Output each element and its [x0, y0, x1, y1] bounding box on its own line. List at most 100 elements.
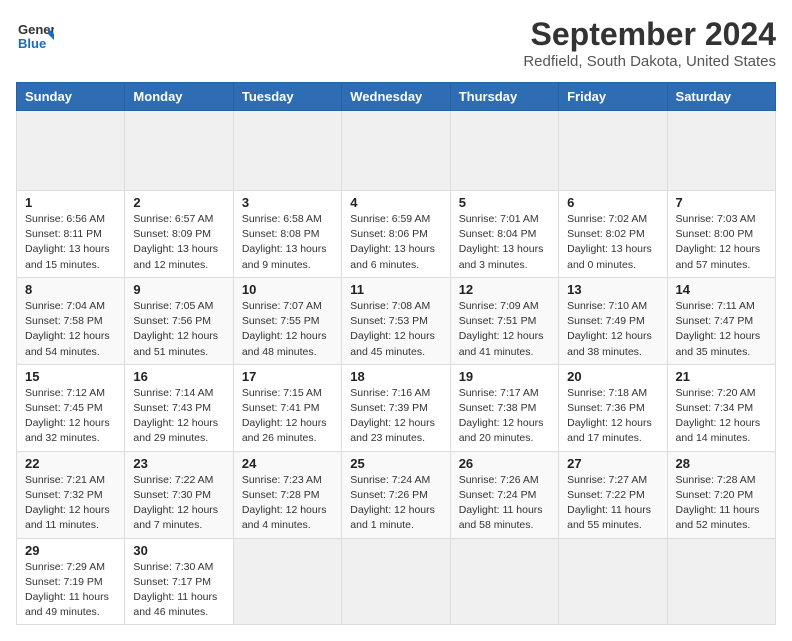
column-header-saturday: Saturday [667, 83, 775, 111]
day-info: Sunrise: 7:17 AM Sunset: 7:38 PM Dayligh… [459, 386, 550, 447]
calendar-cell: 21 Sunrise: 7:20 AM Sunset: 7:34 PM Dayli… [667, 364, 775, 451]
calendar-cell [17, 111, 125, 191]
day-info: Sunrise: 7:11 AM Sunset: 7:47 PM Dayligh… [676, 299, 767, 360]
day-info: Sunrise: 7:27 AM Sunset: 7:22 PM Dayligh… [567, 473, 658, 534]
day-number: 5 [459, 195, 550, 210]
day-info: Sunrise: 7:08 AM Sunset: 7:53 PM Dayligh… [350, 299, 441, 360]
calendar-cell [450, 111, 558, 191]
day-info: Sunrise: 7:22 AM Sunset: 7:30 PM Dayligh… [133, 473, 224, 534]
day-number: 8 [25, 282, 116, 297]
day-info: Sunrise: 7:03 AM Sunset: 8:00 PM Dayligh… [676, 212, 767, 273]
day-info: Sunrise: 7:07 AM Sunset: 7:55 PM Dayligh… [242, 299, 333, 360]
calendar-cell [125, 111, 233, 191]
calendar-cell: 27 Sunrise: 7:27 AM Sunset: 7:22 PM Dayli… [559, 451, 667, 538]
day-number: 10 [242, 282, 333, 297]
calendar-cell: 10 Sunrise: 7:07 AM Sunset: 7:55 PM Dayli… [233, 277, 341, 364]
calendar-cell: 6 Sunrise: 7:02 AM Sunset: 8:02 PM Daylig… [559, 191, 667, 278]
day-number: 19 [459, 369, 550, 384]
column-header-wednesday: Wednesday [342, 83, 450, 111]
calendar-cell: 5 Sunrise: 7:01 AM Sunset: 8:04 PM Daylig… [450, 191, 558, 278]
day-number: 25 [350, 456, 441, 471]
calendar-cell: 7 Sunrise: 7:03 AM Sunset: 8:00 PM Daylig… [667, 191, 775, 278]
day-info: Sunrise: 6:57 AM Sunset: 8:09 PM Dayligh… [133, 212, 224, 273]
day-info: Sunrise: 6:58 AM Sunset: 8:08 PM Dayligh… [242, 212, 333, 273]
calendar-header-row: SundayMondayTuesdayWednesdayThursdayFrid… [17, 83, 776, 111]
column-header-thursday: Thursday [450, 83, 558, 111]
calendar-cell: 25 Sunrise: 7:24 AM Sunset: 7:26 PM Dayli… [342, 451, 450, 538]
day-info: Sunrise: 7:20 AM Sunset: 7:34 PM Dayligh… [676, 386, 767, 447]
day-number: 11 [350, 282, 441, 297]
page-title: September 2024 [523, 16, 776, 53]
day-number: 30 [133, 543, 224, 558]
day-number: 26 [459, 456, 550, 471]
calendar-cell: 20Sunrise: 7:18 AM Sunset: 7:36 PM Dayli… [559, 364, 667, 451]
column-header-sunday: Sunday [17, 83, 125, 111]
header: General Blue September 2024 Redfield, So… [16, 16, 776, 70]
day-info: Sunrise: 7:28 AM Sunset: 7:20 PM Dayligh… [676, 473, 767, 534]
day-number: 24 [242, 456, 333, 471]
title-area: September 2024 Redfield, South Dakota, U… [523, 16, 776, 70]
column-header-tuesday: Tuesday [233, 83, 341, 111]
calendar-cell: 24 Sunrise: 7:23 AM Sunset: 7:28 PM Dayli… [233, 451, 341, 538]
calendar-week-row: 15 Sunrise: 7:12 AM Sunset: 7:45 PM Dayli… [17, 364, 776, 451]
day-number: 27 [567, 456, 658, 471]
logo: General Blue [16, 16, 54, 54]
day-number: 6 [567, 195, 658, 210]
day-info: Sunrise: 7:16 AM Sunset: 7:39 PM Dayligh… [350, 386, 441, 447]
day-number: 20 [567, 369, 658, 384]
svg-text:Blue: Blue [18, 36, 46, 51]
day-info: Sunrise: 7:01 AM Sunset: 8:04 PM Dayligh… [459, 212, 550, 273]
calendar-cell: 16Sunrise: 7:14 AM Sunset: 7:43 PM Dayli… [125, 364, 233, 451]
day-info: Sunrise: 7:30 AM Sunset: 7:17 PM Dayligh… [133, 560, 224, 621]
calendar-cell: 4Sunrise: 6:59 AM Sunset: 8:06 PM Daylig… [342, 191, 450, 278]
day-number: 13 [567, 282, 658, 297]
calendar-cell: 19 Sunrise: 7:17 AM Sunset: 7:38 PM Dayli… [450, 364, 558, 451]
calendar-cell: 9 Sunrise: 7:05 AM Sunset: 7:56 PM Daylig… [125, 277, 233, 364]
calendar-cell [233, 111, 341, 191]
calendar-cell: 26 Sunrise: 7:26 AM Sunset: 7:24 PM Dayli… [450, 451, 558, 538]
day-number: 28 [676, 456, 767, 471]
day-info: Sunrise: 7:23 AM Sunset: 7:28 PM Dayligh… [242, 473, 333, 534]
calendar-cell [667, 111, 775, 191]
day-number: 9 [133, 282, 224, 297]
calendar-cell: 23 Sunrise: 7:22 AM Sunset: 7:30 PM Dayli… [125, 451, 233, 538]
calendar-cell [559, 111, 667, 191]
day-info: Sunrise: 7:24 AM Sunset: 7:26 PM Dayligh… [350, 473, 441, 534]
day-number: 23 [133, 456, 224, 471]
day-number: 29 [25, 543, 116, 558]
day-number: 2 [133, 195, 224, 210]
calendar-week-row: 22Sunrise: 7:21 AM Sunset: 7:32 PM Dayli… [17, 451, 776, 538]
day-info: Sunrise: 7:02 AM Sunset: 8:02 PM Dayligh… [567, 212, 658, 273]
day-info: Sunrise: 7:09 AM Sunset: 7:51 PM Dayligh… [459, 299, 550, 360]
day-number: 14 [676, 282, 767, 297]
calendar-cell: 8 Sunrise: 7:04 AM Sunset: 7:58 PM Daylig… [17, 277, 125, 364]
day-number: 3 [242, 195, 333, 210]
calendar-cell: 17 Sunrise: 7:15 AM Sunset: 7:41 PM Dayli… [233, 364, 341, 451]
day-number: 1 [25, 195, 116, 210]
day-info: Sunrise: 7:29 AM Sunset: 7:19 PM Dayligh… [25, 560, 116, 621]
day-number: 15 [25, 369, 116, 384]
day-number: 21 [676, 369, 767, 384]
column-header-friday: Friday [559, 83, 667, 111]
day-number: 22 [25, 456, 116, 471]
calendar-cell: 2 Sunrise: 6:57 AM Sunset: 8:09 PM Daylig… [125, 191, 233, 278]
day-number: 7 [676, 195, 767, 210]
day-number: 18 [350, 369, 441, 384]
day-number: 17 [242, 369, 333, 384]
day-info: Sunrise: 7:15 AM Sunset: 7:41 PM Dayligh… [242, 386, 333, 447]
calendar-cell: 11 Sunrise: 7:08 AM Sunset: 7:53 PM Dayli… [342, 277, 450, 364]
logo-icon: General Blue [16, 16, 54, 54]
day-info: Sunrise: 7:05 AM Sunset: 7:56 PM Dayligh… [133, 299, 224, 360]
day-info: Sunrise: 6:56 AM Sunset: 8:11 PM Dayligh… [25, 212, 116, 273]
calendar-cell: 15 Sunrise: 7:12 AM Sunset: 7:45 PM Dayli… [17, 364, 125, 451]
calendar-cell: 18 Sunrise: 7:16 AM Sunset: 7:39 PM Dayli… [342, 364, 450, 451]
day-info: Sunrise: 7:26 AM Sunset: 7:24 PM Dayligh… [459, 473, 550, 534]
day-info: Sunrise: 7:14 AM Sunset: 7:43 PM Dayligh… [133, 386, 224, 447]
calendar-cell: 1 Sunrise: 6:56 AM Sunset: 8:11 PM Daylig… [17, 191, 125, 278]
column-header-monday: Monday [125, 83, 233, 111]
calendar-cell: 28 Sunrise: 7:28 AM Sunset: 7:20 PM Dayli… [667, 451, 775, 538]
day-info: Sunrise: 6:59 AM Sunset: 8:06 PM Dayligh… [350, 212, 441, 273]
calendar-cell: 22Sunrise: 7:21 AM Sunset: 7:32 PM Dayli… [17, 451, 125, 538]
day-info: Sunrise: 7:04 AM Sunset: 7:58 PM Dayligh… [25, 299, 116, 360]
day-info: Sunrise: 7:12 AM Sunset: 7:45 PM Dayligh… [25, 386, 116, 447]
